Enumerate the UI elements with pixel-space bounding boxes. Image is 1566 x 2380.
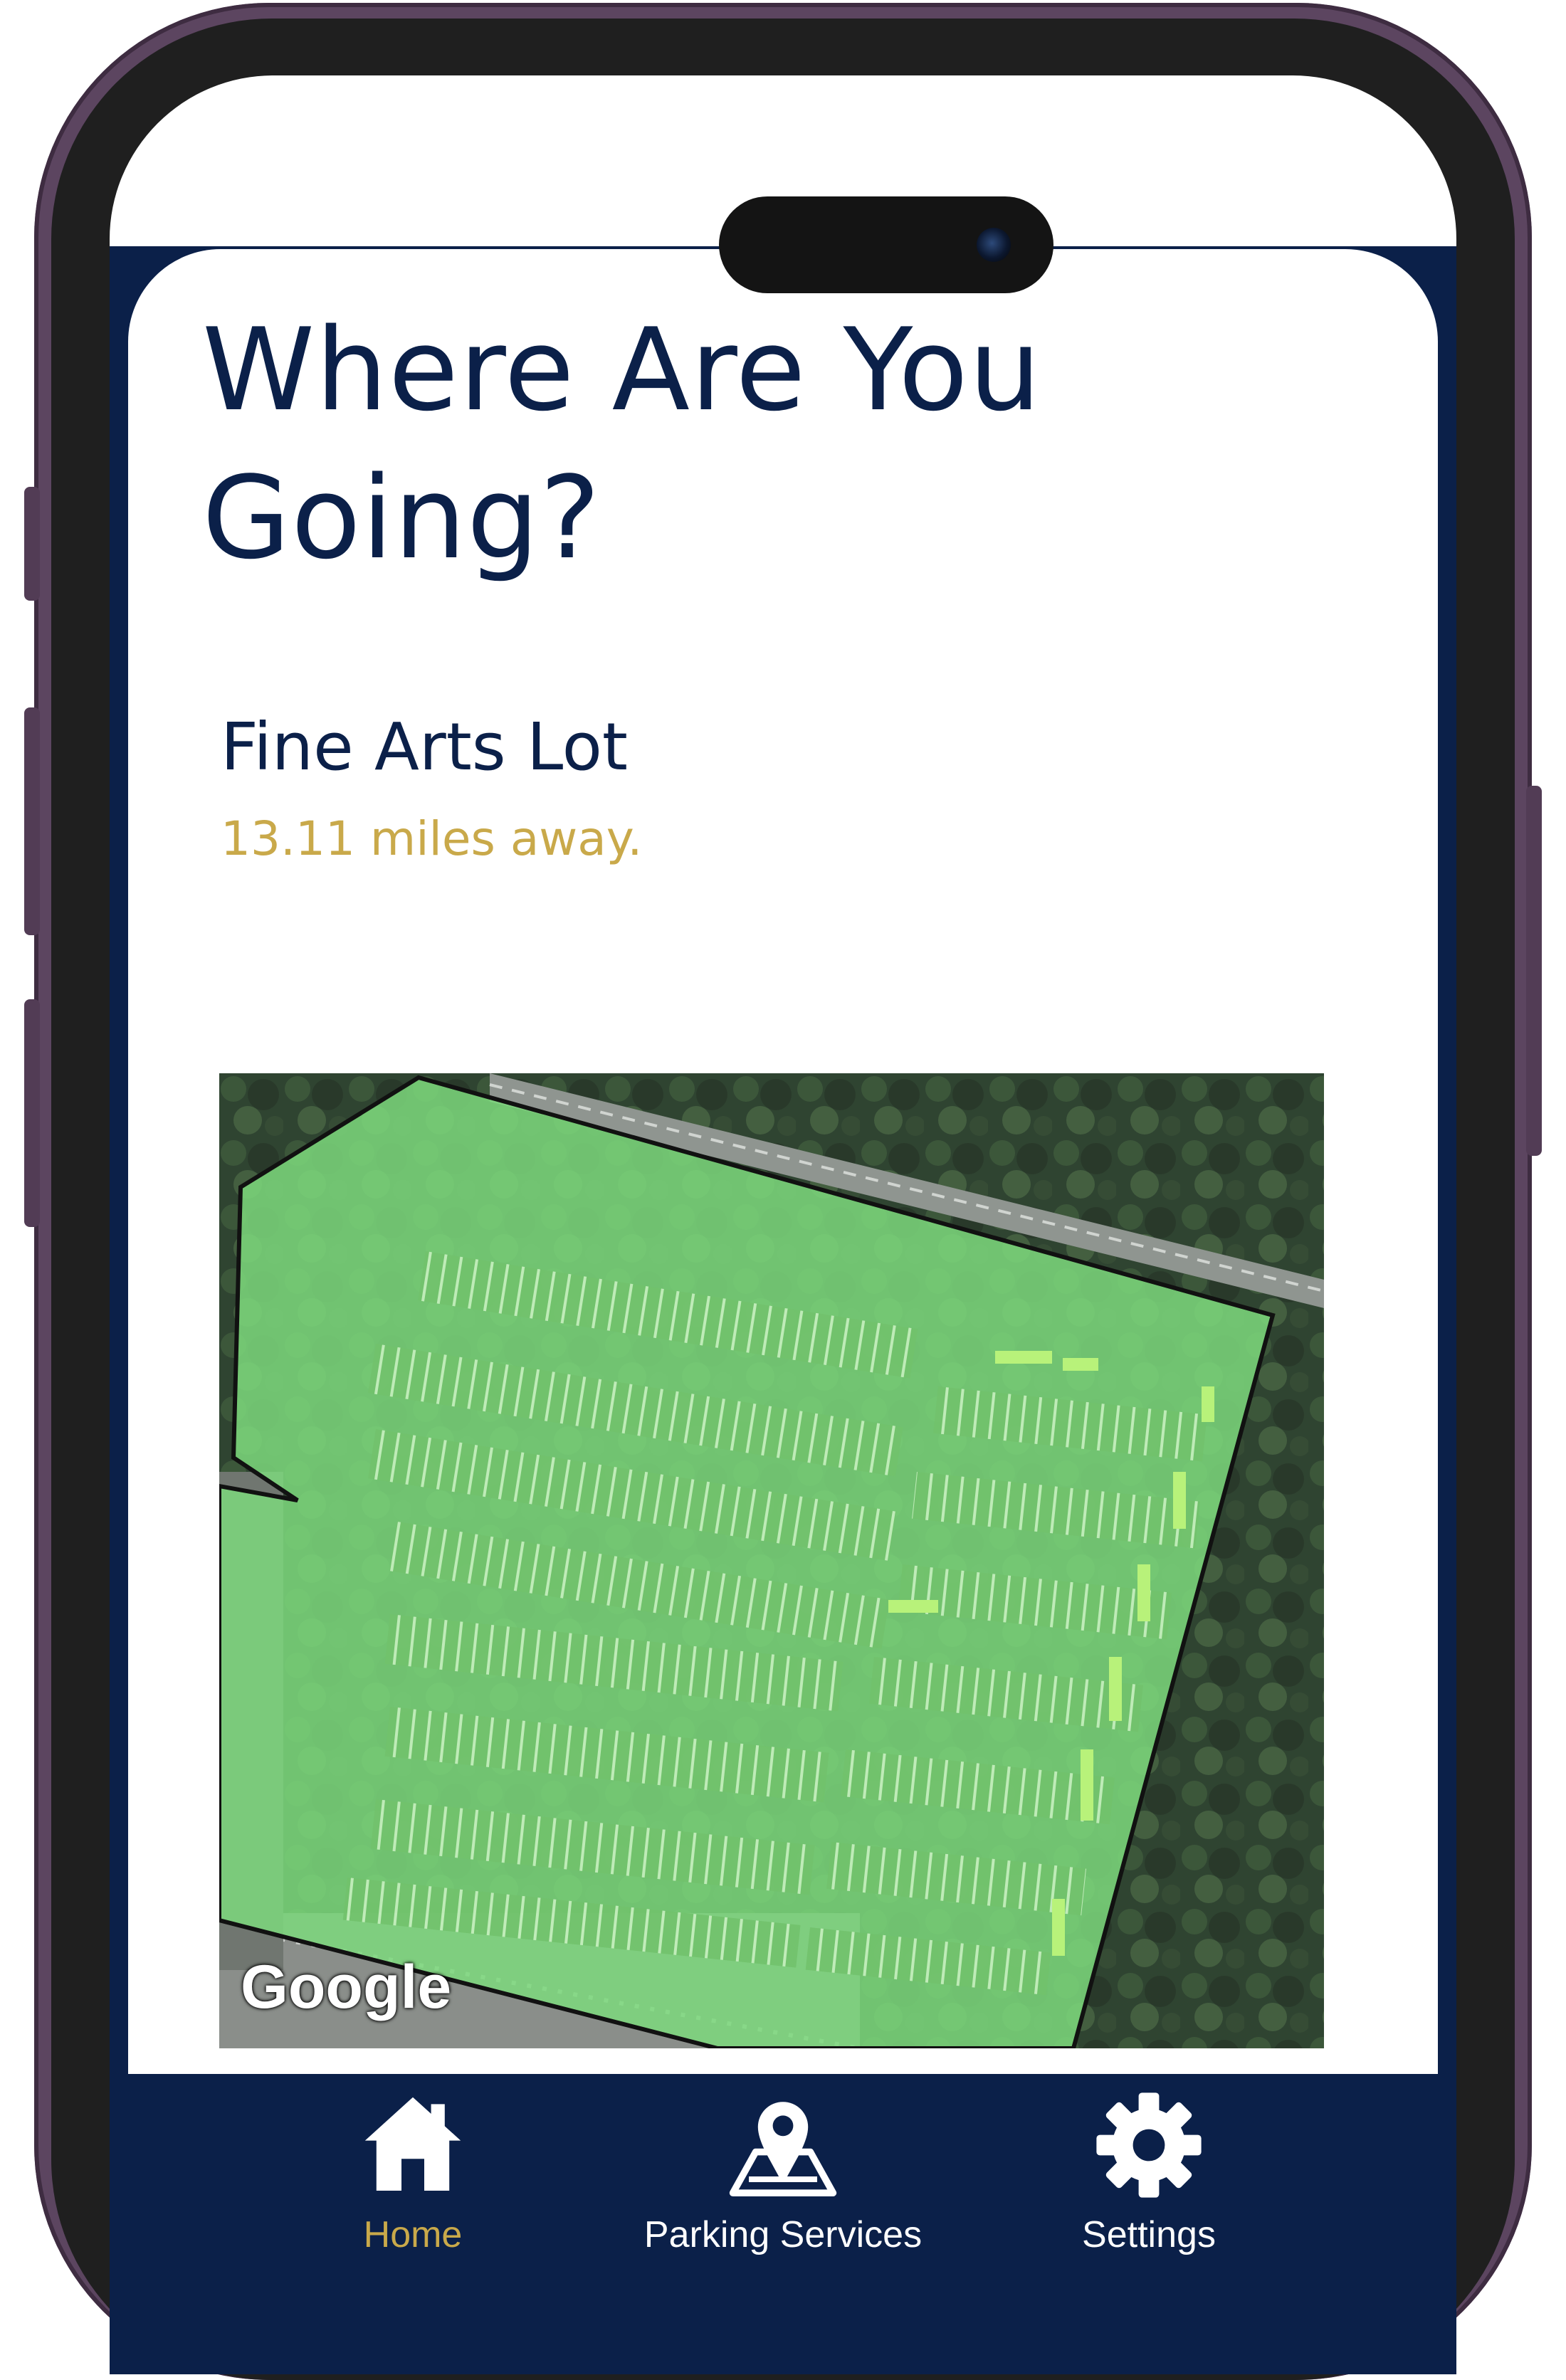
nav-settings[interactable]: Settings [971,2074,1327,2309]
power-button [1526,786,1542,1156]
dynamic-island [719,196,1053,293]
action-button [24,487,40,601]
map-pin-icon [729,2102,837,2196]
camera-icon [977,228,1011,262]
nav-settings-label: Settings [1082,2214,1216,2255]
lot-name[interactable]: Fine Arts Lot [221,709,628,785]
nav-home[interactable]: Home [235,2074,591,2309]
nav-home-label: Home [363,2214,463,2255]
lot-distance: 13.11 miles away. [221,811,643,866]
satellite-map-image [219,1073,1324,2048]
volume-down-button [24,999,40,1227]
home-icon [364,2097,461,2191]
bottom-nav: Home Parking Services Settings [110,2074,1456,2374]
lot-map[interactable]: Google [219,1073,1324,2048]
volume-up-button [24,707,40,935]
nav-parking-services[interactable]: Parking Services [605,2074,961,2309]
phone-screen: Where Are You Going? Fine Arts Lot 13.11… [110,75,1456,2374]
page-title: Where Are You Going? [202,303,1042,584]
google-attribution: Google [241,1953,452,2021]
gear-icon [1096,2092,1202,2198]
nav-parking-services-label: Parking Services [643,2214,923,2255]
